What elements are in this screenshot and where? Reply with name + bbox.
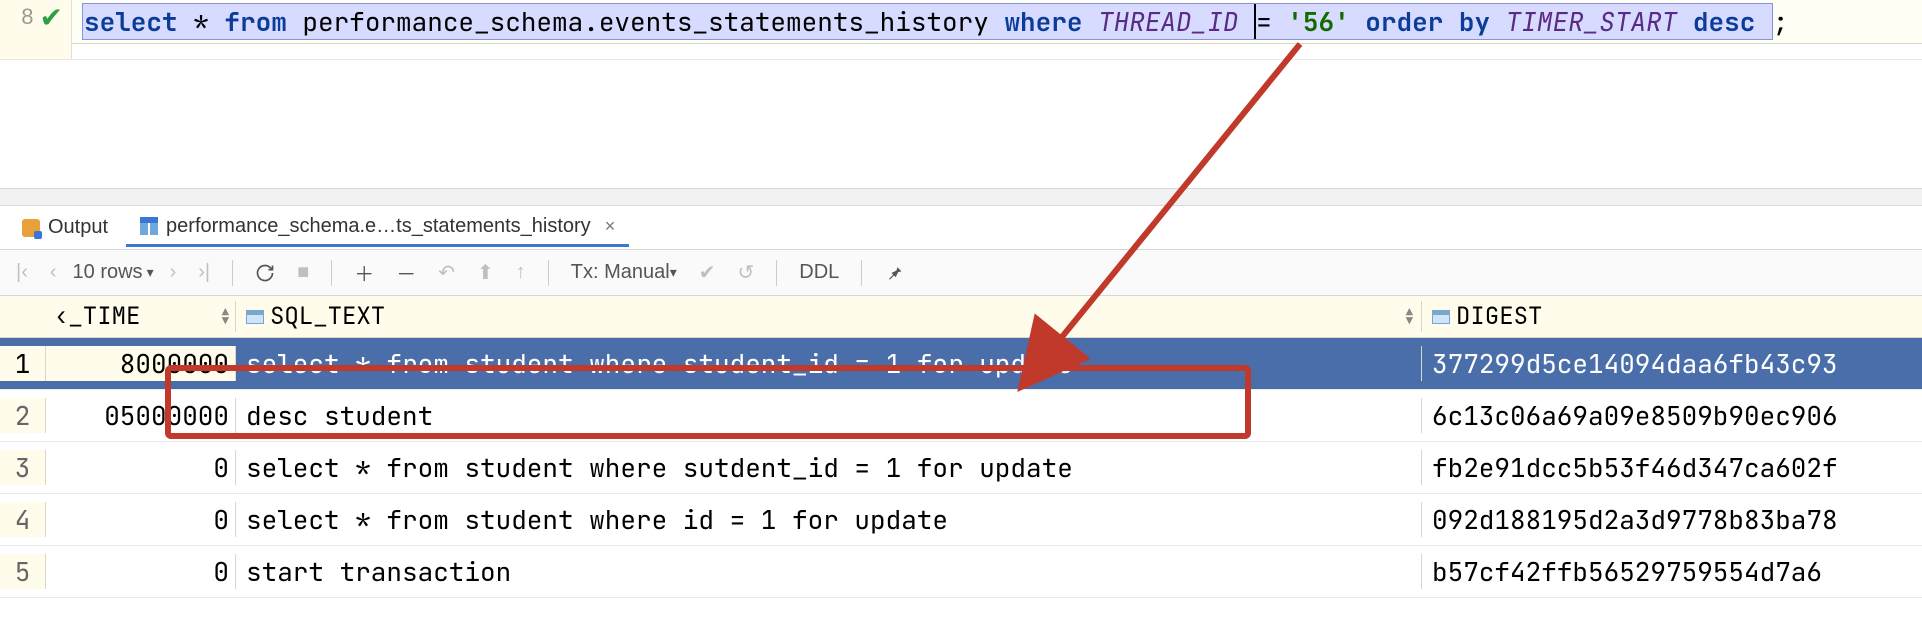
cell-sql: start transaction bbox=[236, 554, 1422, 589]
sql-table: performance_schema.events_statements_his… bbox=[287, 4, 1005, 39]
cell-time: 0 bbox=[46, 502, 236, 537]
col-header-sql[interactable]: SQL_TEXT ▲▼ bbox=[236, 301, 1422, 332]
row-number: 5 bbox=[0, 554, 46, 589]
line-number: 8 bbox=[21, 4, 33, 30]
cell-digest: 6c13c06a69a09e8509b90ec906 bbox=[1422, 398, 1922, 433]
kw-desc: desc bbox=[1693, 4, 1755, 39]
results-grid: ‹_TIME ▲▼ SQL_TEXT ▲▼ DIGEST 1 8000000 s… bbox=[0, 296, 1922, 598]
splitter[interactable] bbox=[0, 188, 1922, 206]
upload-button[interactable]: ↑ bbox=[510, 257, 532, 288]
column-icon bbox=[246, 310, 264, 324]
cell-sql: desc student bbox=[236, 398, 1422, 433]
tab-results[interactable]: performance_schema.e…ts_statements_histo… bbox=[126, 209, 629, 247]
table-icon bbox=[140, 217, 158, 235]
sql-editor-row: 8 ✔ select * from performance_schema.eve… bbox=[0, 0, 1922, 60]
kw-order: order by bbox=[1350, 4, 1490, 39]
cell-time: 05000000 bbox=[46, 398, 236, 433]
column-icon bbox=[1432, 310, 1450, 324]
tx-mode-dropdown[interactable]: Tx: Manual ▾ bbox=[565, 257, 683, 288]
col-thread: THREAD_ID bbox=[1082, 4, 1254, 39]
kw-from: from bbox=[224, 4, 286, 39]
sql-star: * bbox=[178, 4, 225, 39]
refresh-button[interactable] bbox=[249, 259, 281, 287]
cell-sql: select * from student where id = 1 for u… bbox=[236, 502, 1422, 537]
commit-button[interactable]: ✔ bbox=[693, 256, 722, 289]
chevron-down-icon: ▾ bbox=[147, 264, 154, 281]
result-tabs: Output performance_schema.e…ts_statement… bbox=[0, 206, 1922, 250]
row-number: 1 bbox=[0, 346, 46, 381]
cell-time: 0 bbox=[46, 554, 236, 589]
tab-output-label: Output bbox=[48, 216, 108, 239]
sql-value: '56' bbox=[1287, 4, 1349, 39]
close-icon[interactable]: × bbox=[599, 216, 616, 237]
col-header-digest[interactable]: DIGEST bbox=[1422, 301, 1922, 332]
editor-gutter: 8 ✔ bbox=[0, 0, 72, 59]
sql-eq: = bbox=[1256, 4, 1287, 39]
col-header-sql-label: SQL_TEXT bbox=[270, 301, 385, 332]
cell-sql: select * from student where sutdent_id =… bbox=[236, 450, 1422, 485]
table-row[interactable]: 1 8000000 select * from student where st… bbox=[0, 338, 1922, 390]
sort-icon: ▲▼ bbox=[222, 308, 229, 325]
kw-select: select bbox=[84, 4, 178, 39]
col-timer: TIMER_START bbox=[1490, 4, 1693, 39]
row-number: 4 bbox=[0, 502, 46, 537]
submit-button[interactable]: ⬆ bbox=[471, 256, 500, 289]
cell-digest: b57cf42ffb56529759554d7a6 bbox=[1422, 554, 1922, 589]
remove-row-button[interactable]: － bbox=[390, 254, 422, 291]
row-number: 3 bbox=[0, 450, 46, 485]
sort-icon: ▲▼ bbox=[1406, 308, 1413, 325]
check-icon: ✔ bbox=[40, 4, 63, 32]
table-row[interactable]: 2 05000000 desc student 6c13c06a69a09e85… bbox=[0, 390, 1922, 442]
cell-time: 0 bbox=[46, 450, 236, 485]
col-header-digest-label: DIGEST bbox=[1456, 301, 1542, 332]
table-row[interactable]: 5 0 start transaction b57cf42ffb56529759… bbox=[0, 546, 1922, 598]
rows-label: 10 rows bbox=[73, 261, 143, 284]
last-page-button[interactable]: ›| bbox=[192, 257, 216, 288]
results-toolbar: |‹ ‹ 10 rows ▾ › ›| ■ ＋ － ↶ ⬆ ↑ Tx: Manu… bbox=[0, 250, 1922, 296]
add-row-button[interactable]: ＋ bbox=[348, 254, 380, 291]
grid-header-row: ‹_TIME ▲▼ SQL_TEXT ▲▼ DIGEST bbox=[0, 296, 1922, 338]
revert-button[interactable]: ↶ bbox=[432, 256, 461, 289]
first-page-button[interactable]: |‹ bbox=[10, 257, 34, 288]
col-header-time[interactable]: ‹_TIME ▲▼ bbox=[46, 301, 236, 332]
kw-where: where bbox=[1004, 4, 1082, 39]
rollback-button[interactable]: ↺ bbox=[731, 256, 760, 289]
prev-page-button[interactable]: ‹ bbox=[44, 257, 63, 288]
tab-results-label: performance_schema.e…ts_statements_histo… bbox=[166, 215, 591, 238]
ddl-button[interactable]: DDL bbox=[793, 257, 845, 288]
rows-dropdown[interactable]: 10 rows ▾ bbox=[73, 261, 154, 284]
sql-editor[interactable]: select * from performance_schema.events_… bbox=[72, 0, 1922, 44]
tab-output[interactable]: Output bbox=[8, 210, 122, 245]
cell-digest: 377299d5ce14094daa6fb43c93 bbox=[1422, 346, 1922, 381]
cell-digest: fb2e91dcc5b53f46d347ca602f bbox=[1422, 450, 1922, 485]
sql-semicolon: ; bbox=[1773, 4, 1789, 39]
next-page-button[interactable]: › bbox=[164, 257, 183, 288]
chevron-down-icon: ▾ bbox=[670, 264, 677, 281]
cell-time: 8000000 bbox=[46, 346, 236, 381]
editor-blank-area[interactable] bbox=[0, 60, 1922, 188]
row-number: 2 bbox=[0, 398, 46, 433]
cell-sql: select * from student where student_id =… bbox=[236, 346, 1422, 381]
pin-button[interactable] bbox=[878, 259, 910, 287]
tx-label: Tx: Manual bbox=[571, 261, 670, 284]
table-row[interactable]: 4 0 select * from student where id = 1 f… bbox=[0, 494, 1922, 546]
table-row[interactable]: 3 0 select * from student where sutdent_… bbox=[0, 442, 1922, 494]
output-icon bbox=[22, 219, 40, 237]
stop-button[interactable]: ■ bbox=[291, 257, 315, 288]
col-header-time-label: ‹_TIME bbox=[54, 301, 140, 332]
cell-digest: 092d188195d2a3d9778b83ba78 bbox=[1422, 502, 1922, 537]
